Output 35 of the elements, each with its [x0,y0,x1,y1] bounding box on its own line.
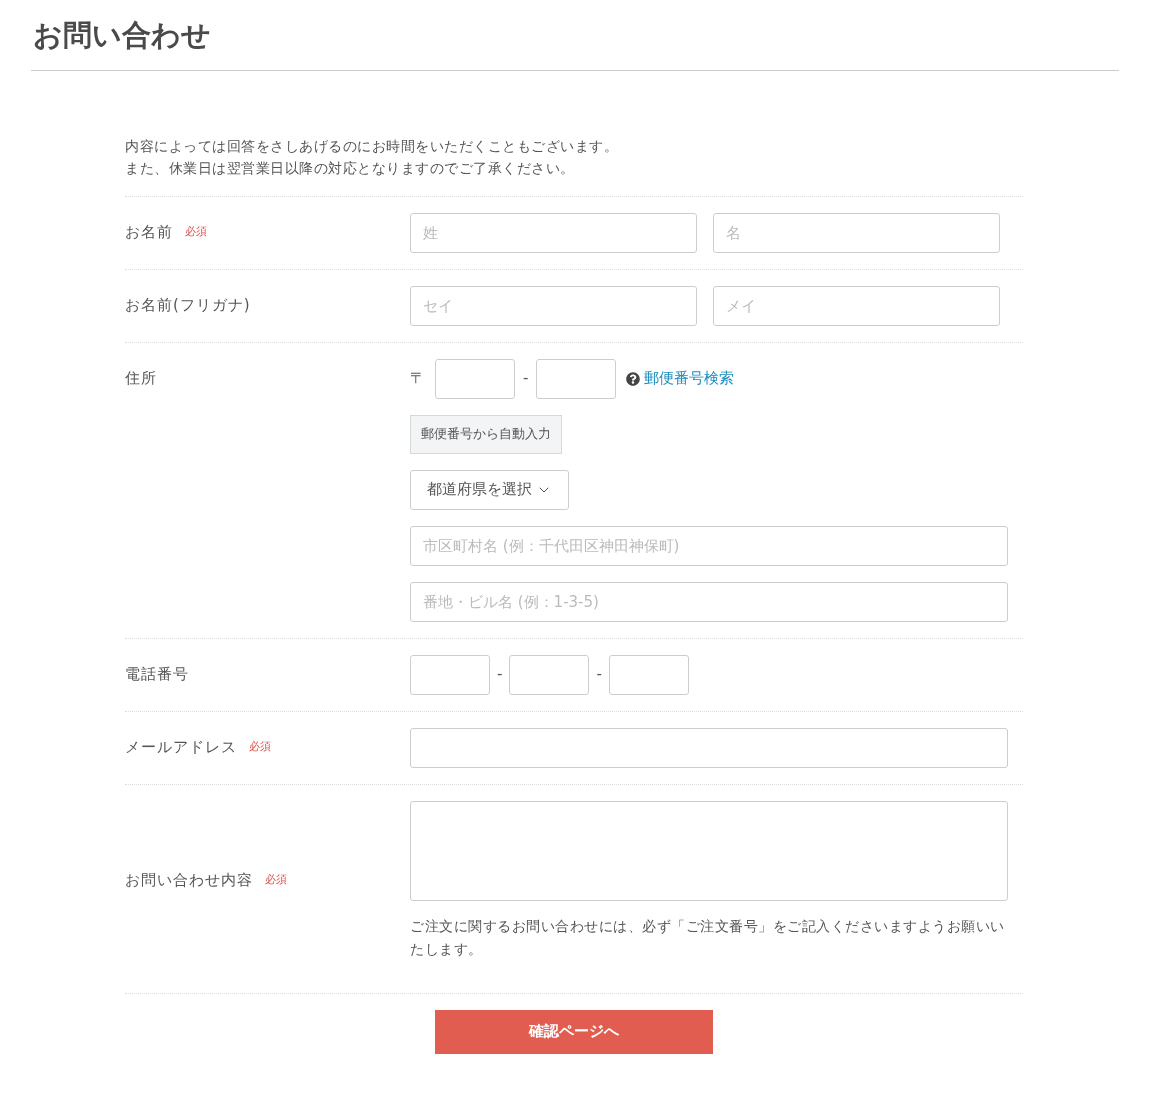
text-field[interactable] [608,654,689,695]
field-label: お名前 [125,222,173,244]
required-mark: 必須 [185,224,207,241]
order-note: ご注文に関するお問い合わせには、必ず「ご注文番号」をご記入くださいますようお願いいたします。 [410,916,1006,959]
text-field[interactable]: 番地・ビル名 (例：1-3-5) [410,581,1008,622]
text-field[interactable]: 名 [713,212,1000,253]
required-mark: 必須 [249,739,271,756]
text-field[interactable] [509,654,590,695]
field-label: 住所 [125,368,157,390]
prefecture-select[interactable]: 都道府県を選択 [410,469,569,510]
text-field[interactable] [536,358,617,399]
text-field[interactable]: 姓 [410,212,697,253]
text-field[interactable]: 市区町村名 (例：千代田区神田神保町) [410,525,1008,566]
confirm-button[interactable]: 確認ページへ [435,1009,713,1054]
field-label: メールアドレス [125,737,237,759]
field-label: お問い合わせ内容 [125,870,253,892]
field-label: お名前(フリガナ) [125,295,251,317]
separator: - [523,368,529,390]
field-label: 電話番号 [125,664,189,686]
intro-text: 内容によっては回答をさしあげるのにお時間をいただくこともございます。 [125,136,619,156]
autofill-button[interactable]: 郵便番号から自動入力 [410,414,562,454]
separator: - [497,664,503,686]
text-field[interactable]: セイ [410,285,697,326]
text-field[interactable] [435,358,515,399]
intro-text: また、休業日は翌営業日以降の対応となりますのでご了承ください。 [125,158,576,178]
message-field[interactable] [410,800,1008,901]
text-field[interactable] [410,727,1008,768]
help-icon [626,371,641,386]
text-field[interactable] [410,654,490,695]
postal-mark: 〒 [410,368,425,390]
text-field[interactable]: メイ [713,285,1000,326]
separator: - [596,664,602,686]
required-mark: 必須 [265,872,287,889]
page-title: お問い合わせ [32,17,212,54]
postal-search-link[interactable]: 郵便番号検索 [644,367,735,390]
